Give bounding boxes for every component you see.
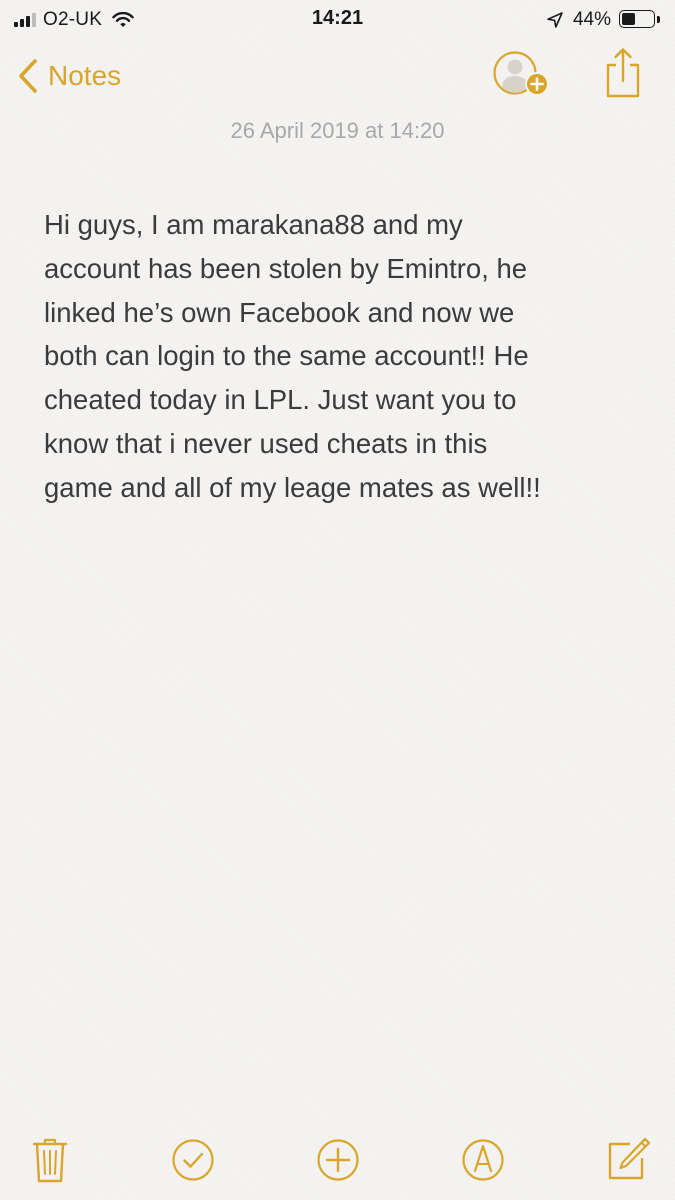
note-date: 26 April 2019 at 14:20 bbox=[230, 118, 445, 143]
compose-icon bbox=[608, 1137, 651, 1180]
checklist-icon bbox=[172, 1139, 214, 1181]
chevron-left-icon bbox=[19, 59, 37, 93]
location-arrow-icon bbox=[547, 12, 563, 28]
battery-level-fill bbox=[622, 13, 635, 25]
status-bar: O2-UK 14:21 44% bbox=[0, 0, 675, 40]
delete-button[interactable] bbox=[26, 1136, 74, 1184]
trash-icon bbox=[32, 1138, 68, 1183]
markup-pen-icon bbox=[462, 1139, 504, 1181]
status-right: 44% bbox=[547, 8, 661, 32]
note-body[interactable]: Hi guys, I am marakana88 and my account … bbox=[44, 203, 634, 510]
share-icon bbox=[606, 48, 640, 98]
battery-icon bbox=[619, 10, 661, 30]
checklist-button[interactable] bbox=[169, 1136, 217, 1184]
add-people-icon bbox=[493, 51, 549, 96]
back-label: Notes bbox=[48, 60, 122, 91]
battery-percentage: 44% bbox=[572, 9, 611, 30]
add-people-button[interactable] bbox=[490, 50, 554, 100]
bottom-toolbar bbox=[0, 1130, 675, 1190]
add-button[interactable] bbox=[314, 1136, 362, 1184]
markup-button[interactable] bbox=[459, 1136, 507, 1184]
add-icon bbox=[317, 1139, 359, 1181]
share-button[interactable] bbox=[604, 46, 642, 100]
compose-button[interactable] bbox=[604, 1136, 652, 1184]
back-to-notes-button[interactable]: Notes bbox=[18, 54, 121, 98]
